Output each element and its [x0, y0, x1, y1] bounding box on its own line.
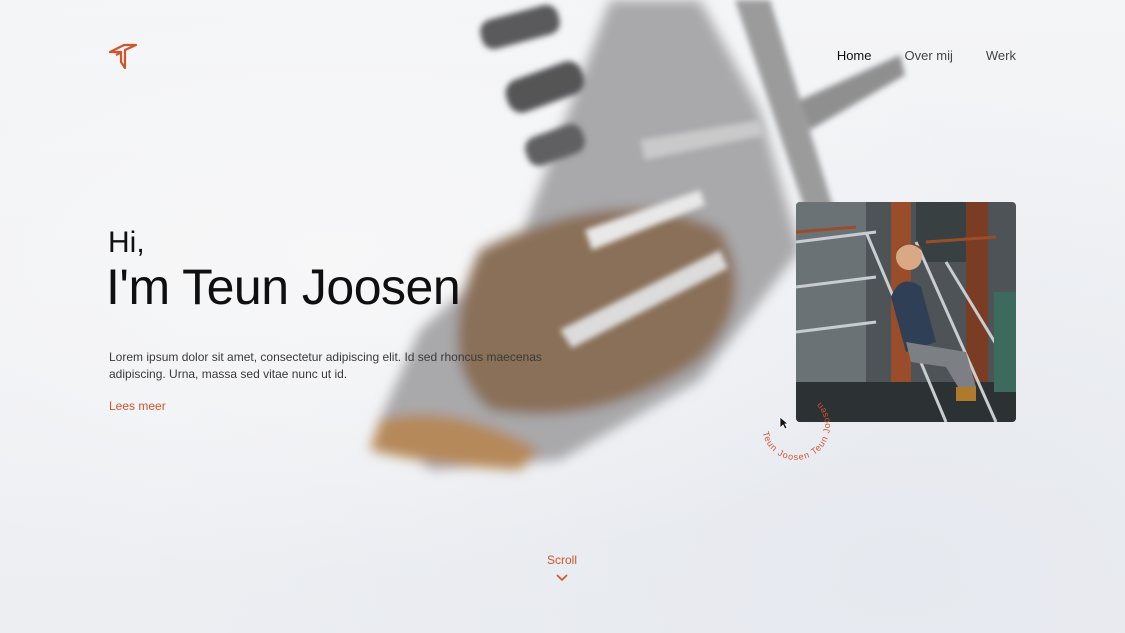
- chevron-down-icon: [556, 574, 568, 582]
- logo-icon[interactable]: [108, 42, 138, 70]
- mouse-cursor-icon: [779, 416, 789, 430]
- name-rotating-badge: Teun Joosen Teun Joosen: [761, 400, 833, 462]
- nav-item-over-mij[interactable]: Over mij: [905, 48, 953, 63]
- main-navigation: Home Over mij Werk: [837, 48, 1016, 63]
- hero-title: I'm Teun Joosen: [106, 259, 461, 315]
- lees-meer-link[interactable]: Lees meer: [109, 399, 166, 413]
- hero-intro-text: Lorem ipsum dolor sit amet, consectetur …: [109, 350, 542, 381]
- nav-item-home[interactable]: Home: [837, 48, 872, 63]
- svg-text:Teun Joosen Teun Joosen: Teun Joosen Teun Joosen: [761, 400, 833, 462]
- hero-greeting: Hi,: [108, 226, 145, 259]
- badge-text: Teun Joosen Teun Joosen: [761, 400, 832, 462]
- nav-item-werk[interactable]: Werk: [986, 48, 1016, 63]
- scroll-button[interactable]: Scroll: [532, 553, 592, 583]
- scroll-label: Scroll: [546, 553, 577, 567]
